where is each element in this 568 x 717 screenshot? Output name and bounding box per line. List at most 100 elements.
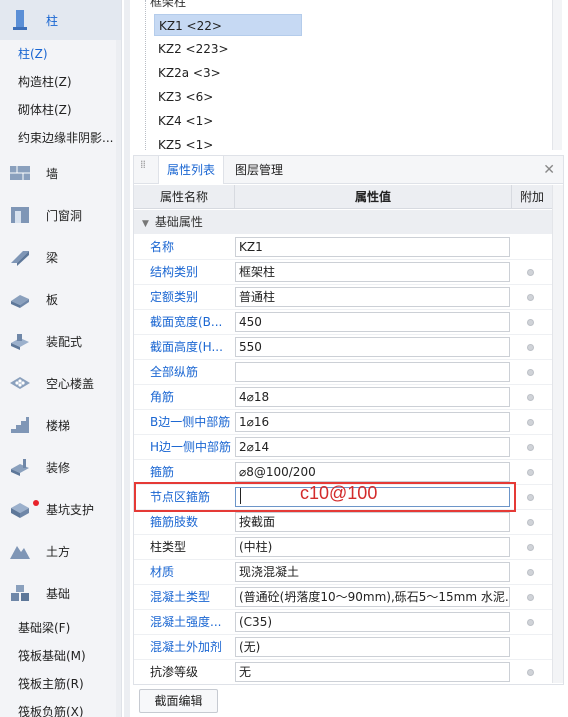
extra-radio[interactable] [527, 669, 534, 676]
property-value-field[interactable]: KZ1 [235, 237, 510, 257]
sidebar-subitem-foundation-beam[interactable]: 基础梁(F) [0, 614, 121, 642]
section-edit-button[interactable]: 截面编辑 [139, 689, 218, 713]
property-row[interactable]: 截面高度(H... 550 [134, 335, 552, 360]
property-row[interactable]: B边一侧中部筋 1⌀16 [134, 410, 552, 435]
property-value-field[interactable]: 框架柱 [235, 262, 510, 282]
property-row[interactable]: 全部纵筋 [134, 360, 552, 385]
extra-radio[interactable] [527, 294, 534, 301]
sidebar-category-stair[interactable]: 楼梯 [0, 404, 121, 446]
collapse-triangle-icon[interactable]: ▼ [142, 212, 149, 236]
property-row[interactable]: H边一侧中部筋 2⌀14 [134, 435, 552, 460]
property-name: B边一侧中部筋 [150, 415, 231, 429]
sidebar-category-pit-support[interactable]: 基坑支护 [0, 488, 121, 530]
extra-radio[interactable] [527, 619, 534, 626]
property-value-field[interactable]: 无 [235, 662, 510, 682]
property-value-field[interactable]: 450 [235, 312, 510, 332]
sidebar-category-decoration[interactable]: 装修 [0, 446, 121, 488]
sidebar-category-door-window[interactable]: 门窗洞 [0, 194, 121, 236]
extra-radio[interactable] [527, 319, 534, 326]
extra-radio[interactable] [527, 419, 534, 426]
sidebar-subitem-raft-main-rebar[interactable]: 筏板主筋(R) [0, 670, 121, 698]
property-row[interactable]: 柱类型 (中柱) [134, 535, 552, 560]
property-row[interactable]: 混凝土外加剂 (无) [134, 635, 552, 660]
sidebar-category-earthwork[interactable]: 土方 [0, 530, 121, 572]
property-name: 箍筋肢数 [150, 515, 199, 529]
property-row[interactable]: 箍筋肢数 按截面 [134, 510, 552, 535]
panel-scrollbar[interactable] [552, 185, 563, 683]
property-value-field[interactable] [235, 362, 510, 382]
property-value-field[interactable]: (C35) [235, 612, 510, 632]
sidebar-category-column[interactable]: 柱 [0, 0, 121, 40]
extra-radio[interactable] [527, 519, 534, 526]
sidebar-subitem-raft-foundation[interactable]: 筏板基础(M) [0, 642, 121, 670]
sidebar-category-hollow-floor[interactable]: 空心楼盖 [0, 362, 121, 404]
property-value-field[interactable]: (无) [235, 637, 510, 657]
sidebar-subitem-construct-column[interactable]: 构造柱(Z) [0, 68, 121, 96]
extra-radio[interactable] [527, 494, 534, 501]
sidebar-category-beam[interactable]: 梁 [0, 236, 121, 278]
property-value-field[interactable]: (中柱) [235, 537, 510, 557]
property-name: 截面宽度(B... [150, 315, 223, 329]
property-row[interactable]: 混凝土类型 (普通砼(坍落度10～90mm),砾石5～15mm 水泥... [134, 585, 552, 610]
sidebar-subitem-raft-negative-rebar[interactable]: 筏板负筋(X) [0, 698, 121, 717]
tree-item[interactable]: KZ2 <223> [154, 38, 302, 60]
property-name: 名称 [150, 240, 175, 254]
property-value-field[interactable]: 550 [235, 337, 510, 357]
extra-radio[interactable] [527, 344, 534, 351]
tree-item[interactable]: KZ3 <6> [154, 86, 302, 108]
extra-radio[interactable] [527, 594, 534, 601]
sidebar-subitem-masonry-column[interactable]: 砌体柱(Z) [0, 96, 121, 124]
property-row[interactable]: 截面宽度(B... 450 [134, 310, 552, 335]
property-value-field[interactable]: 按截面 [235, 512, 510, 532]
close-icon[interactable]: ✕ [543, 162, 555, 178]
tab-property-list[interactable]: 属性列表 [158, 156, 225, 184]
property-row[interactable]: 名称 KZ1 [134, 235, 552, 260]
tree-item[interactable]: KZ2a <3> [154, 62, 302, 84]
tree-item[interactable]: KZ4 <1> [154, 110, 302, 132]
stair-icon [8, 413, 32, 437]
property-value-field[interactable]: 4⌀18 [235, 387, 510, 407]
hollow-floor-icon [8, 371, 32, 395]
drag-handle-icon[interactable]: ⁞⁞ [140, 159, 148, 176]
property-value-field[interactable]: 现浇混凝土 [235, 562, 510, 582]
property-row[interactable]: 材质 现浇混凝土 [134, 560, 552, 585]
property-row[interactable]: 混凝土强度... (C35) [134, 610, 552, 635]
tree-scrollbar[interactable] [552, 0, 562, 150]
extra-radio[interactable] [527, 394, 534, 401]
group-basic-properties[interactable]: ▼ 基础属性 [134, 210, 552, 234]
extra-radio[interactable] [527, 544, 534, 551]
extra-radio[interactable] [527, 269, 534, 276]
beam-icon [8, 245, 32, 269]
tree-item[interactable]: KZ1 <22> [154, 14, 302, 36]
property-value-field[interactable]: (普通砼(坍落度10～90mm),砾石5～15mm 水泥... [235, 587, 510, 607]
sidebar-category-label: 梁 [46, 250, 59, 265]
sidebar-subitem-column-z[interactable]: 柱(Z) [0, 40, 121, 68]
tree-root-label[interactable]: 框架柱 [150, 0, 186, 10]
property-row[interactable]: 定额类别 普通柱 [134, 285, 552, 310]
sidebar-category-slab[interactable]: 板 [0, 278, 121, 320]
sidebar-category-wall[interactable]: 墙 [0, 152, 121, 194]
property-value-field[interactable]: 1⌀16 [235, 412, 510, 432]
pit-support-icon [8, 497, 32, 521]
property-name: 混凝土类型 [150, 590, 211, 604]
splitter[interactable] [124, 0, 130, 717]
property-row[interactable]: 角筋 4⌀18 [134, 385, 552, 410]
sidebar-category-label: 装修 [46, 460, 71, 475]
sidebar-category-label: 墙 [46, 166, 59, 181]
decoration-icon [8, 455, 32, 479]
sidebar-category-foundation[interactable]: 基础 [0, 572, 121, 614]
tab-layer-manager[interactable]: 图层管理 [227, 156, 291, 184]
sidebar-subitem-edge-constraint[interactable]: 约束边缘非阴影... [0, 124, 121, 152]
sidebar-category-prefab[interactable]: 装配式 [0, 320, 121, 362]
tree-item[interactable]: KZ5 <1> [154, 134, 302, 156]
extra-radio[interactable] [527, 369, 534, 376]
column-header-row: 属性名称 属性值 附加 [134, 185, 552, 209]
property-value-field[interactable]: 普通柱 [235, 287, 510, 307]
property-row[interactable]: 结构类别 框架柱 [134, 260, 552, 285]
property-value-field[interactable]: ⌀8@100/200 [235, 462, 510, 482]
extra-radio[interactable] [527, 569, 534, 576]
property-row[interactable]: 抗渗等级 无 [134, 660, 552, 684]
extra-radio[interactable] [527, 469, 534, 476]
extra-radio[interactable] [527, 444, 534, 451]
property-value-field[interactable]: 2⌀14 [235, 437, 510, 457]
